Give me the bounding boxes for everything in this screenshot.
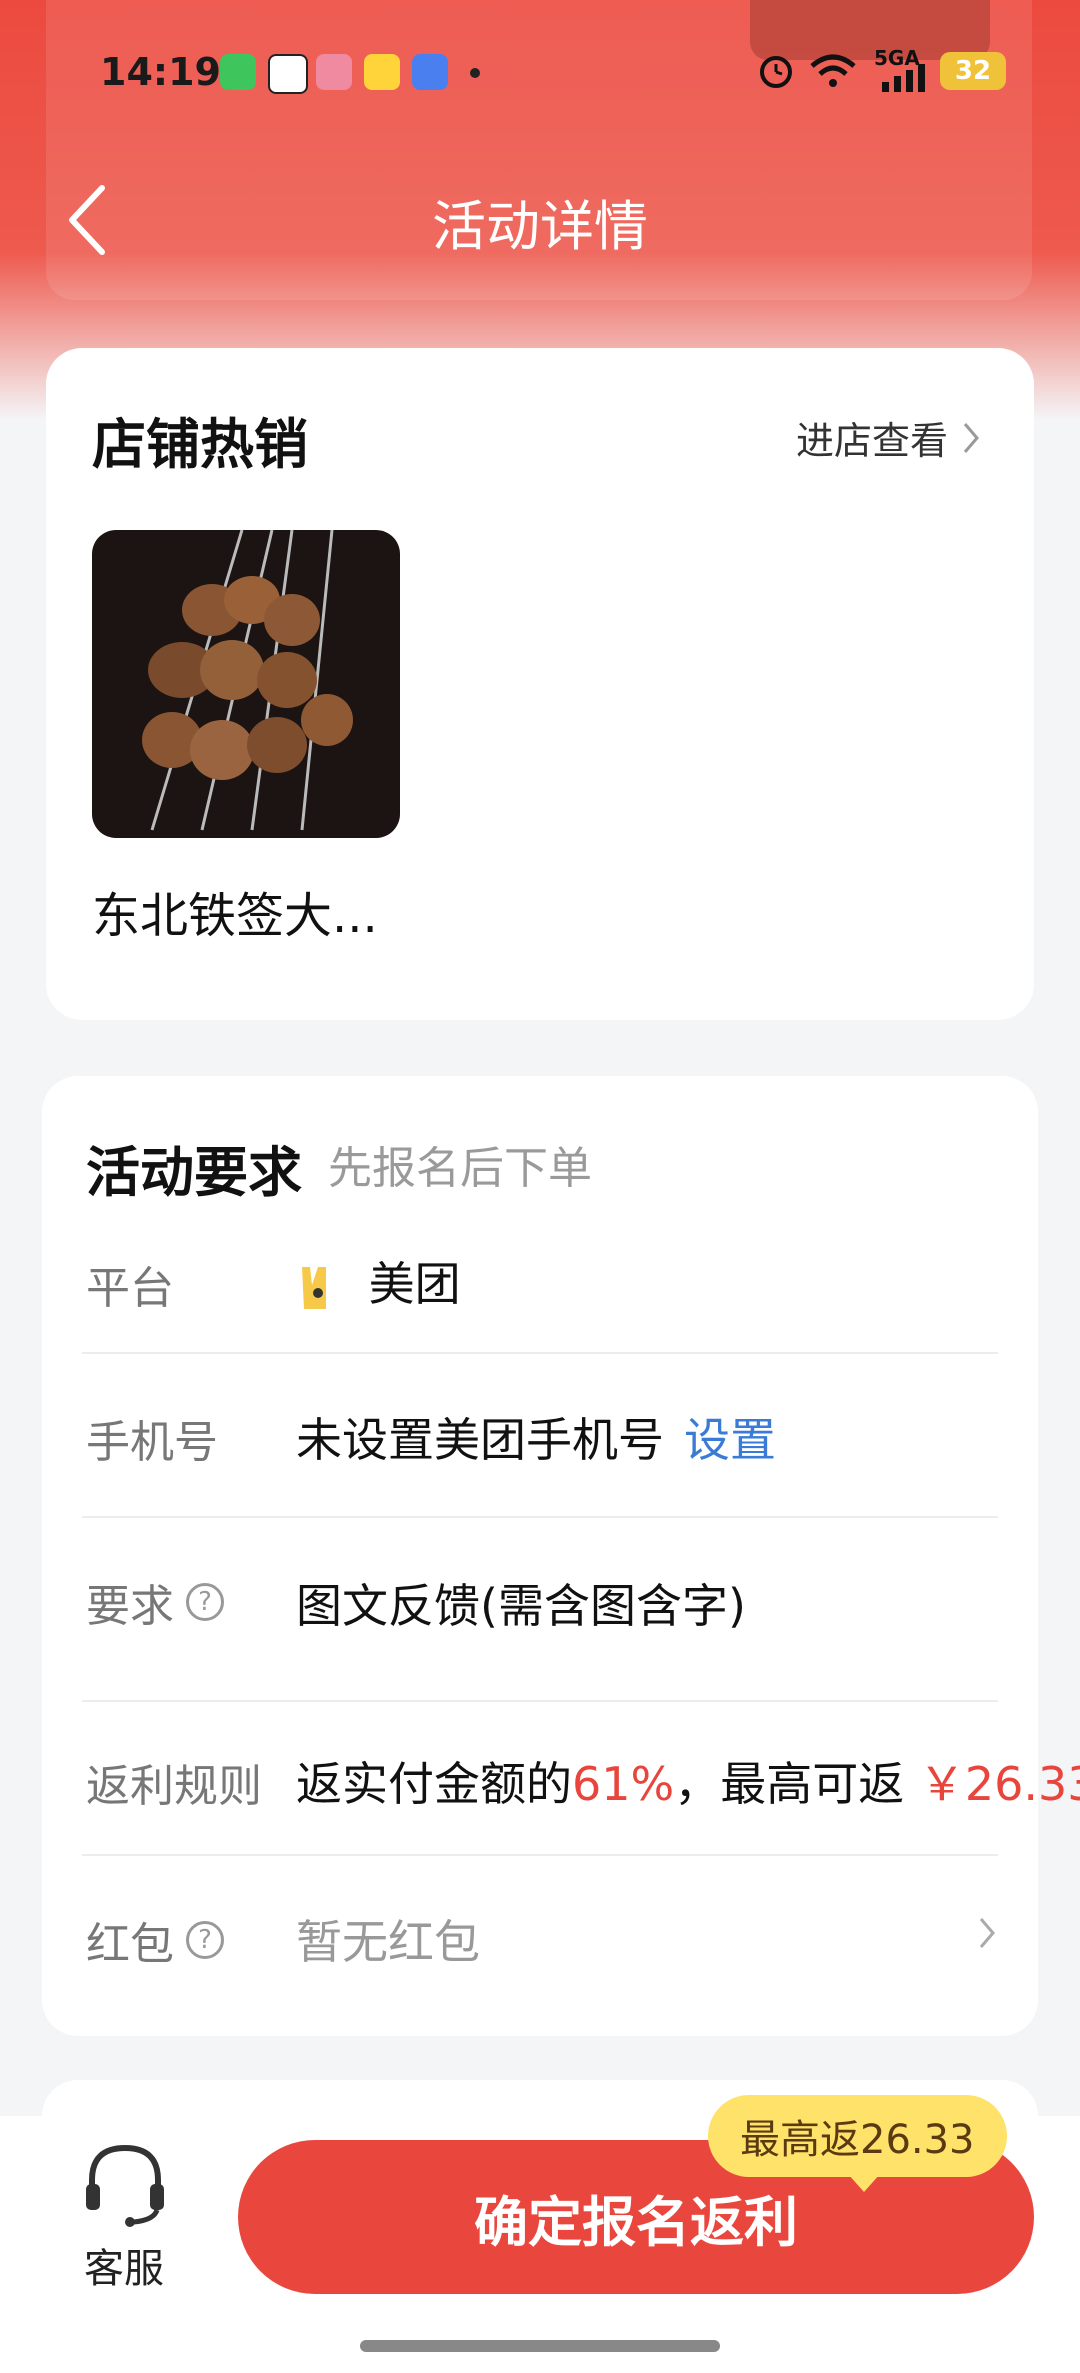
platform-value: 美团	[296, 1248, 461, 1314]
chevron-right-icon	[963, 422, 979, 453]
customer-service-label[interactable]: 客服	[84, 2236, 164, 2294]
notification-dot	[470, 68, 480, 78]
phone-status: 未设置美团手机号	[296, 1413, 664, 1467]
activity-requirements-card: 活动要求 先报名后下单 平台 美团 手机号 未设置美团手机号 设置 要求 ? 图文…	[42, 1076, 1080, 2036]
rebate-rule-label-text: 返利规则	[86, 1761, 262, 1812]
home-indicator[interactable]	[360, 2340, 720, 2352]
battery-indicator: 32	[940, 52, 1006, 90]
rebate-max: ￥26.33	[918, 1757, 1080, 1811]
status-bar: 14:19 5GA 32	[0, 40, 1080, 110]
phone-label: 手机号	[86, 1406, 218, 1470]
wechat-icon	[220, 54, 256, 90]
red-packet-label: 红包 ?	[86, 1908, 224, 1972]
page-title: 活动详情	[432, 195, 648, 258]
video-app-icon	[316, 54, 352, 90]
store-hot-sales-card: 店铺热销 进店查看 东北铁签大...	[46, 348, 1034, 1020]
max-rebate-badge: 最高返26.33	[708, 2095, 1007, 2177]
phone-setup-link[interactable]: 设置	[684, 1413, 776, 1467]
product-name[interactable]: 东北铁签大...	[92, 876, 378, 946]
divider	[82, 1352, 998, 1354]
rebate-rule-value: 返实付金额的61%，最高可返 ￥26.33	[296, 1748, 1080, 1814]
requirement-label-text: 要求	[86, 1581, 174, 1632]
phone-label-text: 手机号	[86, 1417, 218, 1468]
app-icon-yellow	[364, 54, 400, 90]
rebate-percent: 61%	[572, 1757, 675, 1811]
requirements-title: 活动要求	[86, 1141, 302, 1204]
meituan-logo-icon	[302, 1266, 326, 1309]
requirements-subtitle: 先报名后下单	[328, 1143, 592, 1194]
rebate-rule-label: 返利规则	[86, 1750, 262, 1814]
platform-label-text: 平台	[86, 1263, 174, 1314]
headset-icon[interactable]	[82, 2140, 168, 2228]
alarm-icon	[760, 56, 792, 88]
message-icon	[412, 54, 448, 90]
divider	[82, 1516, 998, 1518]
status-time: 14:19	[100, 50, 221, 94]
product-image[interactable]	[92, 530, 400, 838]
platform-name: 美团	[368, 1257, 461, 1311]
red-packet-value[interactable]: 暂无红包	[296, 1906, 480, 1972]
rebate-prefix: 返实付金额的	[296, 1757, 572, 1811]
divider	[82, 1854, 998, 1856]
phone-value: 未设置美团手机号 设置	[296, 1404, 776, 1470]
chevron-right-icon[interactable]	[978, 1916, 996, 1950]
question-circle-icon[interactable]: ?	[186, 1921, 224, 1959]
enter-shop-link[interactable]: 进店查看	[796, 410, 980, 465]
hot-sales-title: 店铺热销	[92, 413, 308, 476]
enter-shop-label: 进店查看	[795, 419, 948, 463]
signal-icon	[882, 64, 925, 92]
badge-tail	[848, 2174, 880, 2192]
divider	[82, 1700, 998, 1702]
question-circle-icon[interactable]: ?	[186, 1583, 224, 1621]
platform-label: 平台	[86, 1252, 174, 1316]
wifi-icon	[810, 54, 856, 87]
red-packet-label-text: 红包	[86, 1919, 174, 1970]
requirement-label: 要求 ?	[86, 1570, 224, 1634]
qq-icon	[268, 54, 308, 94]
rebate-mid: ，最高可返	[674, 1757, 905, 1811]
skewer-food-image	[92, 530, 400, 838]
requirement-value: 图文反馈(需含图含字)	[296, 1579, 746, 1633]
